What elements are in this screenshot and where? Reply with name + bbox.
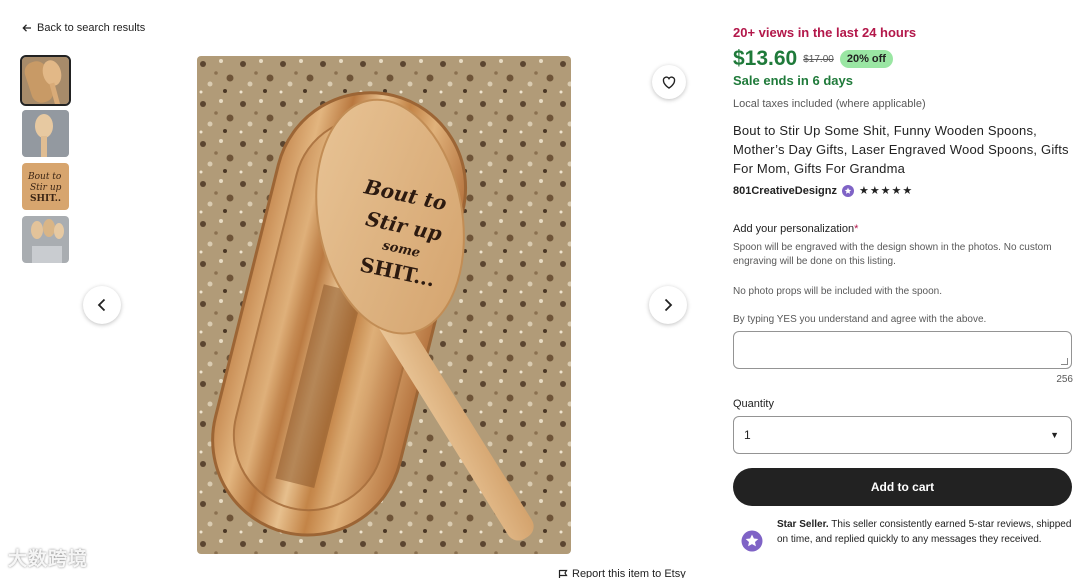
thumbnail-1-image [22, 57, 69, 104]
personalization-label: Add your personalization* [733, 223, 858, 235]
main-product-image[interactable]: Bout to Stir up some SHIT... [197, 56, 571, 554]
svg-text:SHIT..: SHIT.. [30, 194, 61, 204]
caret-down-icon: ▼ [1050, 430, 1059, 440]
sale-ends-notice: Sale ends in 6 days [733, 73, 853, 88]
star-seller-text: Star Seller. This seller consistently ea… [777, 518, 1073, 552]
quantity-value: 1 [744, 428, 751, 442]
favorite-button[interactable] [652, 65, 686, 99]
add-to-cart-button[interactable]: Add to cart [733, 468, 1072, 506]
personalization-note-agree: By typing YES you understand and agree w… [733, 314, 987, 325]
personalization-label-text: Add your personalization [733, 223, 855, 235]
watermark-logo: 大数跨境 [8, 549, 89, 570]
quantity-select[interactable]: 1 ▼ [733, 416, 1072, 454]
report-label: Report this item to Etsy [572, 568, 686, 578]
star-seller-title: Star Seller. [777, 519, 829, 530]
svg-text:Bout to: Bout to [27, 172, 62, 182]
taxes-note: Local taxes included (where applicable) [733, 98, 926, 110]
arrow-left-icon [22, 24, 31, 32]
thumbnail-2-image [22, 110, 69, 157]
report-item-link[interactable]: Report this item to Etsy [558, 568, 686, 578]
next-image-button[interactable] [649, 286, 687, 324]
star-seller-icon [741, 530, 763, 552]
thumbnail-1[interactable] [20, 55, 71, 106]
current-price: $13.60 [733, 47, 798, 70]
original-price: $17.00 [803, 53, 834, 65]
thumbnail-4-image [22, 216, 69, 263]
back-link-label: Back to search results [37, 22, 146, 34]
svg-text:Stir up: Stir up [30, 183, 62, 193]
seller-row: 801CreativeDesignz ★★★★★ [733, 184, 913, 197]
thumbnail-2[interactable] [22, 110, 69, 157]
character-count: 256 [1056, 374, 1073, 385]
personalization-note-engraving: Spoon will be engraved with the design s… [733, 242, 1052, 267]
listing-title: Bout to Stir Up Some Shit, Funny Wooden … [733, 123, 1069, 176]
back-to-search-link[interactable]: Back to search results [22, 22, 145, 34]
rating-stars[interactable]: ★★★★★ [859, 184, 913, 197]
chevron-left-icon [97, 298, 106, 312]
seller-name-link[interactable]: 801CreativeDesignz [733, 185, 837, 197]
thumbnail-strip: Bout to Stir up SHIT.. [20, 55, 71, 263]
views-notice: 20+ views in the last 24 hours [733, 25, 917, 40]
thumbnail-4[interactable] [22, 216, 69, 263]
heart-icon [662, 76, 676, 89]
thumbnail-3[interactable]: Bout to Stir up SHIT.. [22, 163, 69, 210]
quantity-label: Quantity [733, 398, 774, 410]
personalization-note-props: No photo props will be included with the… [733, 286, 943, 297]
discount-badge: 20% off [839, 50, 893, 68]
previous-image-button[interactable] [83, 286, 121, 324]
flag-icon [558, 569, 568, 578]
star-seller-info: Star Seller. This seller consistently ea… [733, 518, 1073, 552]
price-row: $13.60 $17.00 20% off [733, 47, 893, 71]
chevron-right-icon [664, 298, 673, 312]
personalization-textarea[interactable] [733, 331, 1072, 369]
star-seller-badge-icon [841, 184, 854, 197]
thumbnail-3-image: Bout to Stir up SHIT.. [22, 163, 69, 210]
required-mark: * [854, 223, 859, 235]
